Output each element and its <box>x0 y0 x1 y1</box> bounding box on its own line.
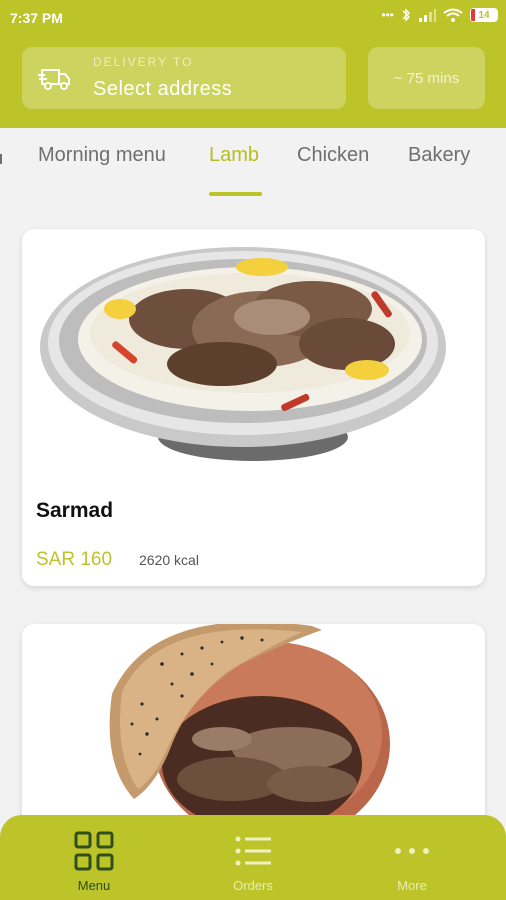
dish-price: SAR 160 <box>36 549 113 570</box>
nav-item-more[interactable]: More <box>352 815 472 900</box>
tab-scroll-edge <box>0 154 2 164</box>
delivery-label: DELIVERY TO <box>93 55 194 69</box>
wifi-icon <box>443 8 463 22</box>
tab-bakery[interactable]: Bakery <box>408 144 470 167</box>
battery-icon: 14 <box>470 8 498 22</box>
status-bar: 7:37 PM ••• 14 <box>0 0 506 36</box>
tab-lamb[interactable]: Lamb <box>209 144 259 167</box>
battery-level: 14 <box>478 9 490 21</box>
dish-card[interactable]: Sarmad SAR 160 2620 kcal <box>22 229 485 586</box>
nav-label-more: More <box>397 878 427 893</box>
delivery-eta: ~ 75 mins <box>368 47 485 109</box>
status-icons: ••• 14 <box>381 8 498 22</box>
list-icon <box>235 836 271 866</box>
status-time: 7:37 PM <box>10 10 63 26</box>
nav-item-orders[interactable]: Orders <box>193 815 313 900</box>
tab-morning-menu[interactable]: Morning menu <box>38 144 166 167</box>
signal-icon <box>419 9 436 22</box>
grid-icon <box>74 831 114 871</box>
bottom-navigation: Menu Orders More <box>0 815 506 900</box>
more-dots-icon <box>395 848 429 854</box>
delivery-truck-icon <box>38 69 70 90</box>
nav-label-menu: Menu <box>77 878 111 893</box>
tab-chicken[interactable]: Chicken <box>297 144 369 167</box>
dish-name: Sarmad <box>36 499 114 522</box>
dish-image <box>40 247 446 461</box>
nav-label-orders: Orders <box>233 878 273 893</box>
address-placeholder: Select address <box>93 78 233 100</box>
nav-item-menu[interactable]: Menu <box>34 815 154 900</box>
delivery-address-selector[interactable]: DELIVERY TO Select address <box>22 47 346 109</box>
app-header: 7:37 PM ••• 14 DELIVERY TO Select addres… <box>0 0 506 128</box>
category-tabs: Morning menu Lamb Chicken Bakery <box>0 128 506 200</box>
dots-icon: ••• <box>381 8 394 22</box>
bluetooth-icon <box>402 8 410 22</box>
active-tab-indicator <box>209 192 262 196</box>
dish-calories: 2620 kcal <box>139 552 199 568</box>
